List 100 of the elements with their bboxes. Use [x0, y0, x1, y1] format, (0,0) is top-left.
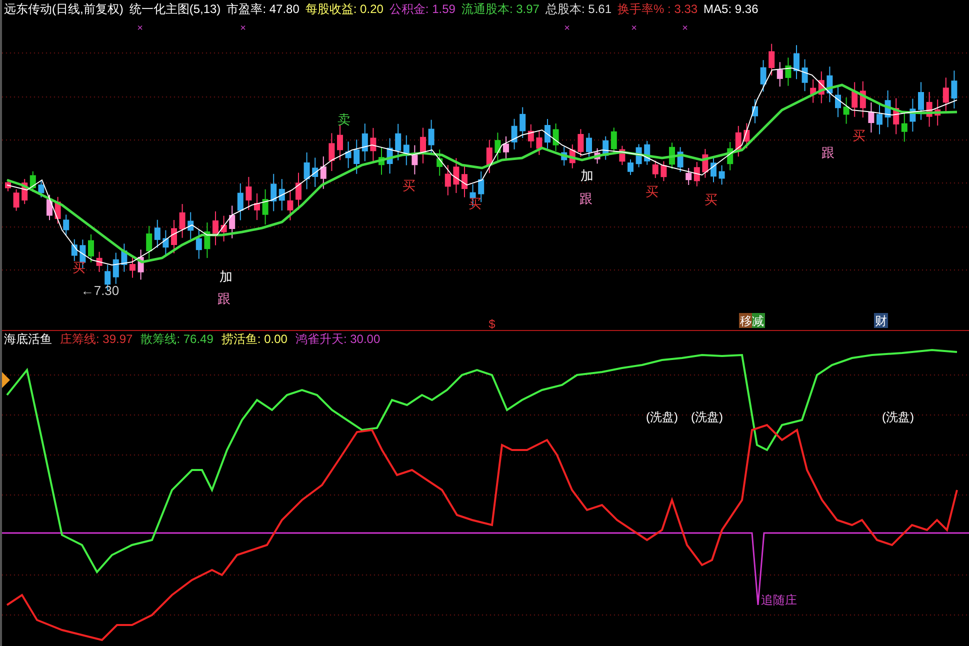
- stock-title: 远东传动(日线,前复权): [4, 0, 124, 18]
- candlestick: [262, 188, 268, 226]
- candlestick: [843, 96, 850, 124]
- candlestick: [520, 106, 526, 138]
- chart-label: (洗盘): [691, 410, 723, 424]
- candlestick: [22, 178, 28, 205]
- candlestick: [96, 251, 102, 272]
- candlestick: [179, 204, 186, 238]
- candlestick: [694, 162, 700, 187]
- stat-value: MA5: 9.36: [704, 2, 758, 16]
- chart-label: 跟: [580, 191, 592, 206]
- triangle-icon: [2, 372, 10, 388]
- candlestick: [660, 160, 667, 182]
- candlestick: [918, 82, 924, 120]
- candlestick: [669, 142, 675, 170]
- candlestick: [528, 124, 534, 148]
- candlestick: [220, 215, 227, 242]
- candlestick: [188, 212, 194, 240]
- candlestick: [636, 144, 642, 168]
- event-marker: 财: [874, 313, 888, 328]
- candlestick: [876, 104, 882, 135]
- candlestick: [552, 123, 559, 152]
- candlestick: [910, 98, 916, 132]
- candlestick: [254, 192, 260, 221]
- candlestick: [702, 148, 708, 178]
- candlestick: [677, 146, 684, 172]
- marker-symbol: ×: [137, 23, 143, 34]
- candlestick: [644, 140, 650, 166]
- event-marker: $: [488, 317, 496, 330]
- candlestick: [328, 132, 335, 172]
- candlestick: [395, 123, 402, 161]
- candlestick: [46, 194, 52, 221]
- chart-label: 买: [402, 178, 416, 193]
- chart-label: 买: [852, 128, 866, 143]
- candlestick: [412, 144, 418, 175]
- candlestick: [536, 130, 542, 156]
- chart-label: 加: [220, 269, 232, 284]
- stat-value: 流通股本: 3.97: [461, 0, 540, 18]
- candlestick: [619, 145, 626, 166]
- candlestick: [544, 118, 550, 149]
- marker-symbol: ×: [564, 23, 570, 34]
- candlestick: [561, 146, 568, 166]
- stat-value: 每股收益: 0.20: [305, 0, 384, 18]
- chart-label: 买: [704, 192, 718, 207]
- candlestick: [13, 188, 20, 212]
- candlestick: [511, 118, 518, 150]
- candlestick: [345, 141, 352, 169]
- candlestick: [362, 123, 368, 162]
- candlestick: [486, 139, 492, 174]
- candlestick: [270, 173, 277, 212]
- candlestick: [628, 158, 634, 176]
- stat-value: 鸿雀升天: 30.00: [295, 330, 380, 348]
- candlestick: [569, 144, 576, 169]
- candlestick: [652, 160, 658, 179]
- candlestick: [54, 196, 61, 224]
- chart-label: 买: [72, 260, 86, 275]
- stat-value: 捞活鱼: 0.00: [221, 330, 288, 348]
- candlestick: [727, 142, 734, 171]
- candlestick: [776, 62, 783, 88]
- candlestick: [287, 190, 294, 221]
- stat-value: 庄筹线: 39.97: [60, 330, 133, 348]
- candlestick: [594, 148, 600, 164]
- candlestick: [852, 82, 858, 118]
- candlestick: [436, 149, 443, 176]
- candlestick: [453, 158, 460, 194]
- candlestick: [88, 234, 94, 263]
- candlestick: [686, 168, 692, 186]
- candlestick: [71, 238, 78, 262]
- candlestick: [212, 210, 218, 246]
- chart-label: 买: [646, 184, 658, 199]
- candlestick: [810, 78, 816, 104]
- candlestick: [420, 127, 426, 164]
- candlestick: [826, 66, 833, 103]
- candlestick: [893, 98, 900, 135]
- chart-label: 卖: [338, 112, 350, 127]
- candlestick: [503, 136, 509, 160]
- candlestick: [768, 43, 775, 76]
- candlestick: [462, 165, 468, 198]
- candlestick: [602, 136, 609, 160]
- stat-value: 换手率% : 3.33: [618, 0, 698, 18]
- candlestick: [868, 102, 874, 133]
- candlestick: [926, 91, 932, 128]
- indicator-name: 海底活鱼: [4, 330, 52, 348]
- candlestick: [444, 164, 451, 196]
- candlestick: [951, 70, 958, 109]
- stat-value: 市盈率: 47.80: [226, 0, 300, 18]
- candlestick: [246, 176, 252, 210]
- candlestick: [934, 98, 941, 126]
- candlestick: [130, 256, 136, 278]
- candlestick: [942, 77, 949, 114]
- marker-symbol: ×: [631, 23, 637, 34]
- candlestick: [138, 249, 144, 280]
- chart-label: 跟: [218, 291, 230, 306]
- candlestick: [403, 134, 410, 166]
- candlestick: [354, 139, 360, 174]
- marker-symbol: ×: [240, 23, 246, 34]
- chart-label: ←7.30: [80, 283, 120, 298]
- candlestick: [835, 85, 841, 118]
- candlestick: [278, 178, 285, 212]
- stat-value: 总股本: 5.61: [545, 0, 612, 18]
